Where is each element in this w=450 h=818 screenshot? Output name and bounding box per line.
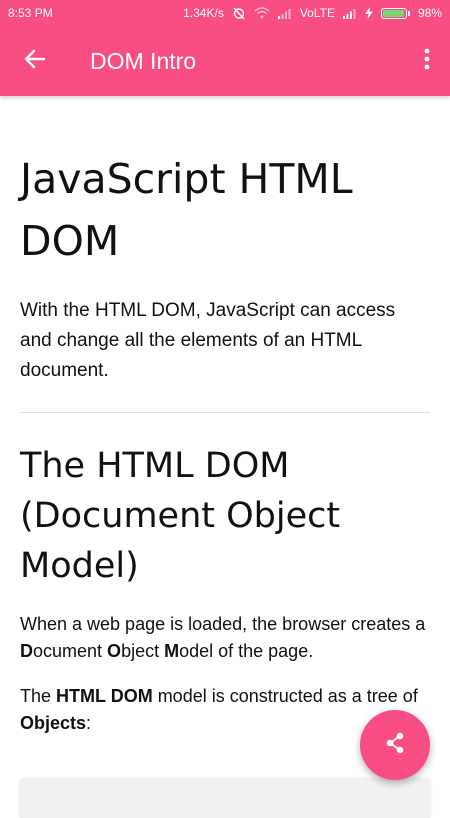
share-button[interactable] — [360, 710, 430, 780]
alarm-off-icon — [232, 6, 246, 20]
article-content: JavaScript HTML DOM With the HTML DOM, J… — [20, 96, 430, 737]
dom-paragraph: When a web page is loaded, the browser c… — [20, 614, 426, 661]
page-title: JavaScript HTML DOM — [20, 155, 353, 265]
app-title: DOM Intro — [90, 47, 197, 74]
arrow-left-icon — [24, 48, 46, 75]
battery-percent: 98% — [417, 6, 442, 20]
more-options-button[interactable] — [412, 38, 442, 84]
battery-icon — [380, 7, 410, 19]
more-vert-icon — [424, 48, 430, 75]
intro-paragraph: With the HTML DOM, JavaScript can access… — [20, 300, 396, 381]
signal-icon — [277, 8, 292, 19]
wifi-icon — [254, 7, 270, 19]
divider — [20, 412, 430, 413]
charging-icon — [364, 7, 373, 19]
back-button[interactable] — [10, 36, 60, 86]
share-icon — [384, 731, 406, 760]
app-bar: DOM Intro — [0, 26, 450, 96]
section-heading: The HTML DOM (Document Object Model) — [20, 446, 341, 586]
battery-fill — [382, 9, 405, 17]
dom-tree-card — [20, 778, 430, 818]
network-type: VoLTE — [299, 6, 335, 20]
status-bar: 8:53 PM 1.34K/s VoLTE 98% — [0, 0, 450, 26]
signal-icon — [342, 8, 357, 19]
status-time: 8:53 PM — [8, 6, 53, 20]
network-speed: 1.34K/s — [183, 6, 224, 20]
